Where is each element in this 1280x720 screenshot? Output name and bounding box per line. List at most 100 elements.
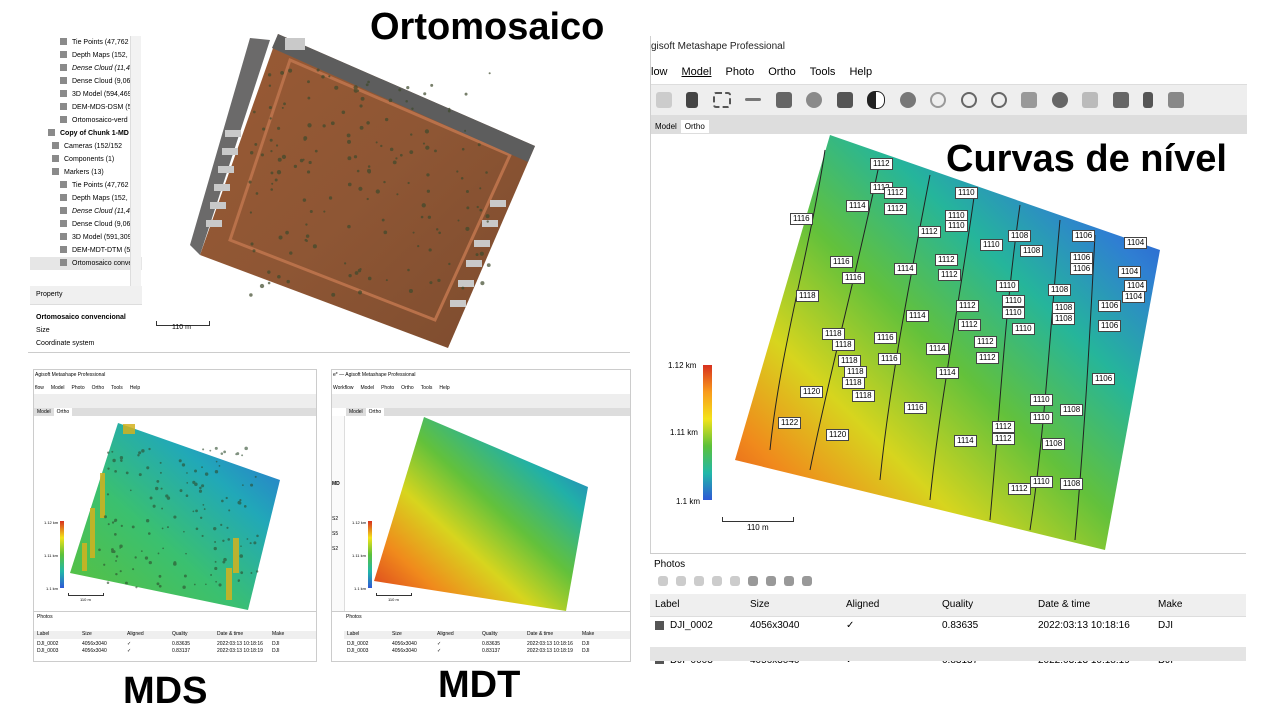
globe-icon[interactable] [1051, 91, 1068, 108]
mdt-menu-item[interactable]: Help [439, 385, 449, 391]
tree-item[interactable]: Dense Cloud (11,42 [30, 205, 142, 218]
table-row[interactable]: DJI_0003 4056x3040 ✓ 0.83137 2022:03:13 10:1… [34, 648, 316, 655]
mdt-col-make[interactable]: Make [582, 631, 594, 637]
vegetation-dot [249, 293, 253, 297]
vegetation-dot [281, 154, 287, 159]
mdt-tab-model[interactable]: Model [346, 408, 366, 416]
tree-item[interactable]: Dense Cloud (9,064 [30, 218, 142, 231]
mds-col-make[interactable]: Make [272, 631, 284, 637]
col-date[interactable]: Date & time [1038, 594, 1090, 616]
menu-workflow[interactable]: low [651, 66, 668, 78]
mdt-menu-item[interactable]: Workflow [333, 385, 353, 391]
mdt-menu-item[interactable]: Photo [381, 385, 394, 391]
photo-remove-icon[interactable] [694, 576, 704, 587]
navigation-icon[interactable] [686, 91, 699, 108]
camera-icon[interactable] [1112, 91, 1129, 108]
horizontal-scrollbar[interactable] [650, 647, 1246, 661]
photo-tool-icon[interactable] [730, 576, 740, 587]
mdt-menu-item[interactable]: Tools [421, 385, 433, 391]
markers-icon[interactable] [1143, 91, 1154, 108]
mdt-menu-item[interactable]: Model [360, 385, 374, 391]
surface-object-dot [161, 527, 164, 530]
tab-model[interactable]: Model [651, 120, 681, 133]
col-make[interactable]: Make [1158, 594, 1182, 616]
tree-item[interactable]: DEM-MDS-DSM (5 [30, 101, 142, 114]
mdt-col-quality[interactable]: Quality [482, 631, 498, 637]
eraser-icon[interactable] [775, 91, 792, 108]
photo-tool-icon[interactable] [712, 576, 722, 587]
photo-view-icon[interactable] [802, 576, 812, 587]
tree-item[interactable]: 3D Model (594,469 [30, 88, 142, 101]
table-row[interactable]: DJI_0002 4056x3040 ✓ 0.83635 2022:03:13 10:1… [34, 641, 316, 648]
map-icon[interactable] [1167, 91, 1184, 108]
tree-item[interactable]: Ortomosaico conve [30, 257, 142, 270]
mdt-col-aligned[interactable]: Aligned [437, 631, 454, 637]
mds-col-label[interactable]: Label [37, 631, 49, 637]
photo-tool-icon[interactable] [766, 576, 776, 587]
zoom-out-icon[interactable] [990, 91, 1007, 108]
tree-item[interactable]: Tie Points (47,762 p [30, 36, 142, 49]
tab-ortho[interactable]: Ortho [680, 120, 709, 133]
palette-icon[interactable] [899, 91, 916, 108]
mdt-col-date[interactable]: Date & time [527, 631, 553, 637]
photo-tool-icon[interactable] [748, 576, 758, 587]
menu-ortho[interactable]: Ortho [768, 66, 796, 78]
mdt-menu-item[interactable]: Ortho [401, 385, 414, 391]
tree-item[interactable]: DEM-MDT-DTM (5 [30, 244, 142, 257]
tree-item[interactable]: Ortomosaico-verd [30, 114, 142, 127]
tree-item[interactable]: Dense Cloud (9,064 [30, 75, 142, 88]
surface-object-dot [218, 583, 222, 587]
tree-item[interactable]: Dense Cloud (11,42 [30, 62, 142, 75]
mds-col-size[interactable]: Size [82, 631, 92, 637]
tree-item[interactable]: Tie Points (47,762 p [30, 179, 142, 192]
mds-menu-item[interactable]: Photo [72, 385, 85, 391]
rectangle-selection-icon[interactable] [712, 91, 731, 108]
menu-photo[interactable]: Photo [725, 66, 754, 78]
mds-menu-item[interactable]: Ortho [92, 385, 105, 391]
col-quality[interactable]: Quality [942, 594, 973, 616]
table-row[interactable]: DJI_0003 4056x3040 ✓ 0.83137 2022:03:13 10:1… [344, 648, 630, 655]
tree-item[interactable]: Components (1) [30, 153, 142, 166]
col-aligned[interactable]: Aligned [846, 594, 879, 616]
tree-item[interactable]: 3D Model (591,309 [30, 231, 142, 244]
mdt-col-size[interactable]: Size [392, 631, 402, 637]
tree-item[interactable]: Copy of Chunk 1-MD [30, 127, 142, 140]
tree-item[interactable]: Markers (13) [30, 166, 142, 179]
vegetation-dot [250, 242, 254, 246]
vegetation-dot [366, 121, 370, 125]
mdt-col-label[interactable]: Label [347, 631, 359, 637]
mds-tab-model[interactable]: Model [34, 408, 54, 416]
mds-menu-item[interactable]: Help [130, 385, 140, 391]
table-row[interactable]: DJI_0002 4056x3040 ✓ 0.83635 2022:03:13 10:1… [344, 641, 630, 648]
col-size[interactable]: Size [750, 594, 769, 616]
mds-tab-ortho[interactable]: Ortho [53, 408, 73, 416]
table-row[interactable]: DJI_0002 4056x3040 ✓ 0.83635 2022:03:13 … [650, 617, 1246, 635]
ruler-icon[interactable] [745, 98, 762, 102]
mds-menu-item[interactable]: Tools [111, 385, 123, 391]
tree-item[interactable]: Depth Maps (152, [30, 49, 142, 62]
undo-icon[interactable] [656, 91, 672, 108]
photo-tool-icon[interactable] [784, 576, 794, 587]
zoom-in-icon[interactable] [960, 91, 977, 108]
photo-tool-icon[interactable] [676, 576, 686, 587]
surface-object-dot [193, 583, 196, 586]
move-icon[interactable] [1021, 91, 1038, 108]
mds-menu-item[interactable]: flow [35, 385, 44, 391]
mds-col-quality[interactable]: Quality [172, 631, 188, 637]
mds-col-aligned[interactable]: Aligned [127, 631, 144, 637]
show-images-icon[interactable] [1082, 91, 1099, 108]
draw-polygon-icon[interactable] [806, 91, 823, 108]
photo-tool-icon[interactable] [658, 576, 668, 587]
seamline-icon[interactable] [836, 91, 853, 108]
tree-item[interactable]: Cameras (152/152 [30, 140, 142, 153]
mds-col-date[interactable]: Date & time [217, 631, 243, 637]
menu-help[interactable]: Help [849, 66, 872, 78]
col-label[interactable]: Label [655, 594, 679, 616]
contrast-icon[interactable] [867, 90, 886, 109]
menu-model[interactable]: Model [682, 66, 712, 78]
tree-item[interactable]: Depth Maps (152, [30, 192, 142, 205]
menu-tools[interactable]: Tools [810, 66, 836, 78]
surface-object-dot [227, 538, 231, 541]
rotate-icon[interactable] [930, 91, 947, 108]
mds-menu-item[interactable]: Model [51, 385, 65, 391]
